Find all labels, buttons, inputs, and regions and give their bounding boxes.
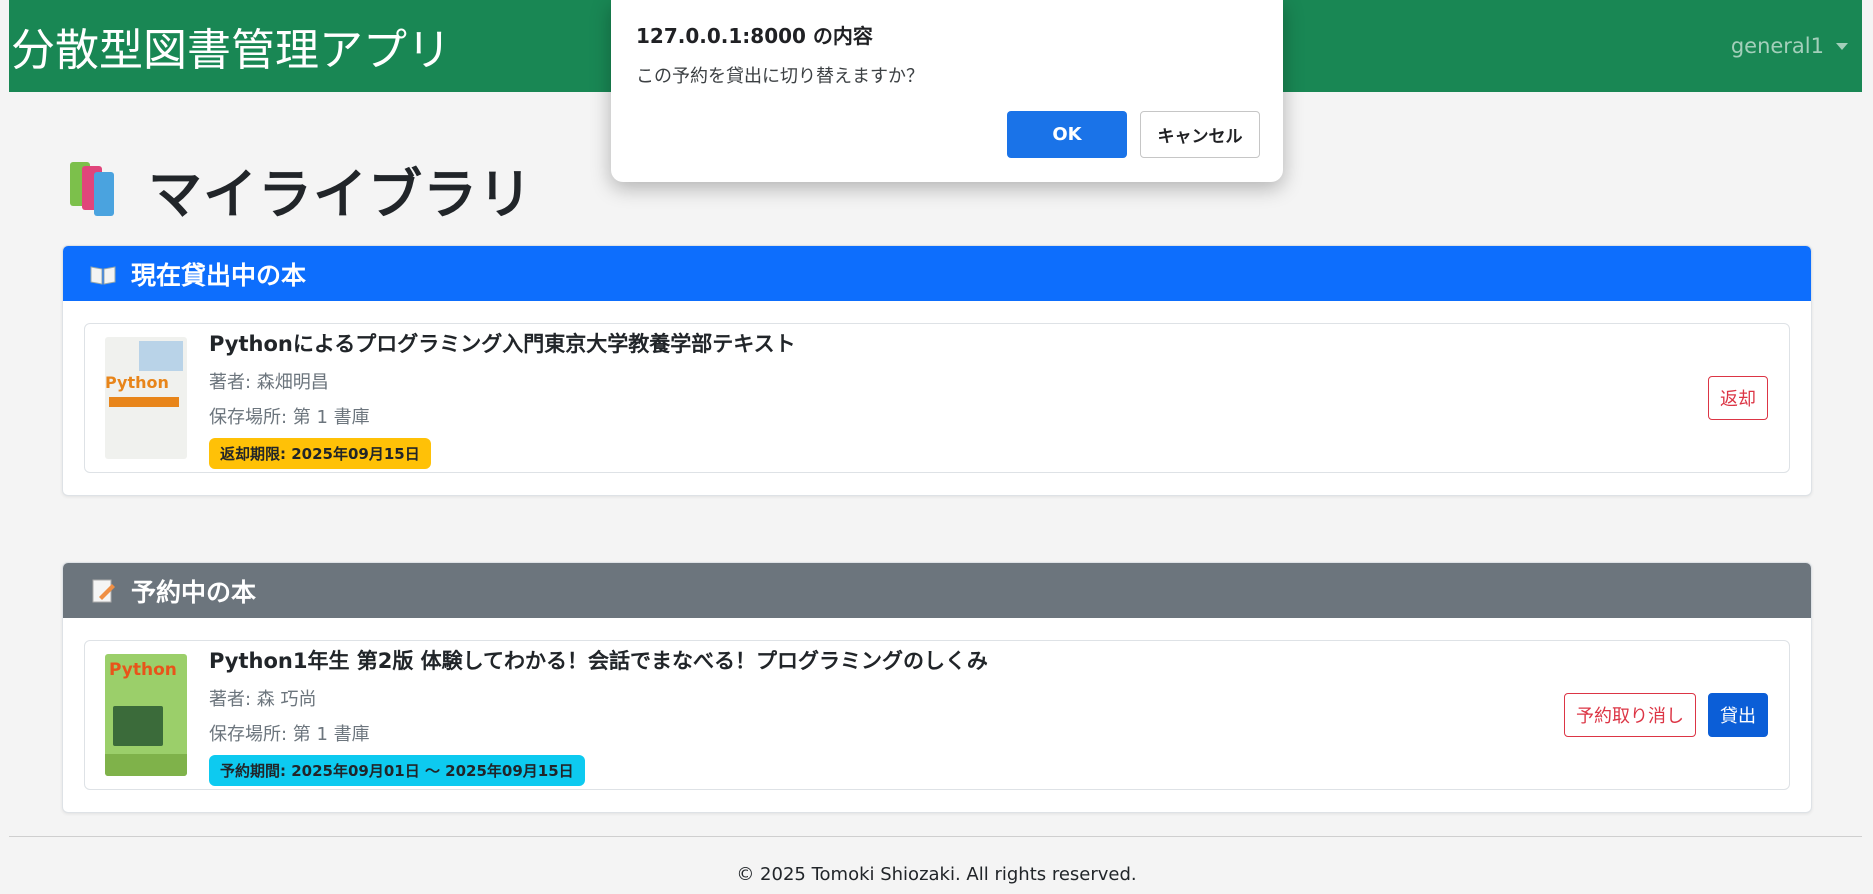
reservation-period-badge: 予約期間: 2025年09月01日 〜 2025年09月15日 — [209, 754, 585, 786]
reserved-book-info: Python1年生 第2版 体験してわかる！会話でまなべる！プログラミングのしく… — [209, 645, 988, 786]
lending-section-title: 現在貸出中の本 — [131, 260, 307, 290]
page-title-row: マイライブラリ — [68, 150, 533, 229]
lending-actions: 返却 — [1708, 376, 1768, 420]
memo-icon — [89, 577, 117, 605]
reserved-actions: 予約取り消し 貸出 — [1564, 693, 1768, 737]
footer-divider — [9, 836, 1862, 837]
user-menu-dropdown[interactable]: general1 — [1731, 34, 1862, 58]
app-brand[interactable]: 分散型図書管理アプリ — [9, 14, 451, 78]
lending-section: 現在貸出中の本 Python Pythonによるプログラミング入門東京大学教養学… — [62, 245, 1812, 496]
reserved-section-title: 予約中の本 — [131, 577, 257, 607]
reserved-section: 予約中の本 Python Python1年生 第2版 体験してわかる！会話でまな… — [62, 562, 1812, 813]
lending-section-header: 現在貸出中の本 — [63, 246, 1811, 301]
dialog-ok-button[interactable]: OK — [1007, 111, 1127, 158]
lend-button[interactable]: 貸出 — [1708, 693, 1768, 737]
book-author: 著者: 森 巧尚 — [209, 688, 317, 710]
cover-title-text: Python — [109, 660, 177, 680]
user-name: general1 — [1730, 34, 1824, 58]
confirm-dialog: 127.0.0.1:8000 の内容 この予約を貸出に切り替えますか？ OK キ… — [611, 0, 1283, 182]
chevron-down-icon — [1836, 42, 1848, 50]
book-location: 保存場所: 第 1 書庫 — [209, 723, 370, 745]
lending-book-cover[interactable]: Python — [105, 337, 187, 459]
dialog-message: この予約を貸出に切り替えますか？ — [636, 66, 924, 87]
footer: © 2025 Tomoki Shiozaki. All rights reser… — [736, 864, 1137, 885]
book-location: 保存場所: 第 1 書庫 — [209, 406, 370, 428]
cancel-reservation-button[interactable]: 予約取り消し — [1564, 693, 1696, 737]
page-title: マイライブラリ — [148, 163, 533, 226]
book-author: 著者: 森畑明昌 — [209, 371, 329, 393]
open-book-icon — [89, 260, 117, 288]
cover-title-text: Python — [105, 373, 169, 392]
dialog-cancel-button[interactable]: キャンセル — [1140, 111, 1260, 158]
lending-book-info: Pythonによるプログラミング入門東京大学教養学部テキスト 著者: 森畑明昌 … — [209, 328, 796, 469]
reserved-book-card: Python Python1年生 第2版 体験してわかる！会話でまなべる！プログ… — [84, 640, 1790, 790]
due-date-badge: 返却期限: 2025年09月15日 — [209, 437, 431, 469]
book-title[interactable]: Pythonによるプログラミング入門東京大学教養学部テキスト — [209, 328, 796, 358]
book-title[interactable]: Python1年生 第2版 体験してわかる！会話でまなべる！プログラミングのしく… — [209, 645, 988, 675]
return-button[interactable]: 返却 — [1708, 376, 1768, 420]
reserved-book-cover[interactable]: Python — [105, 654, 187, 776]
dialog-title: 127.0.0.1:8000 の内容 — [636, 24, 873, 48]
lending-book-card: Python Pythonによるプログラミング入門東京大学教養学部テキスト 著者… — [84, 323, 1790, 473]
reserved-section-header: 予約中の本 — [63, 563, 1811, 618]
books-icon — [68, 160, 128, 220]
